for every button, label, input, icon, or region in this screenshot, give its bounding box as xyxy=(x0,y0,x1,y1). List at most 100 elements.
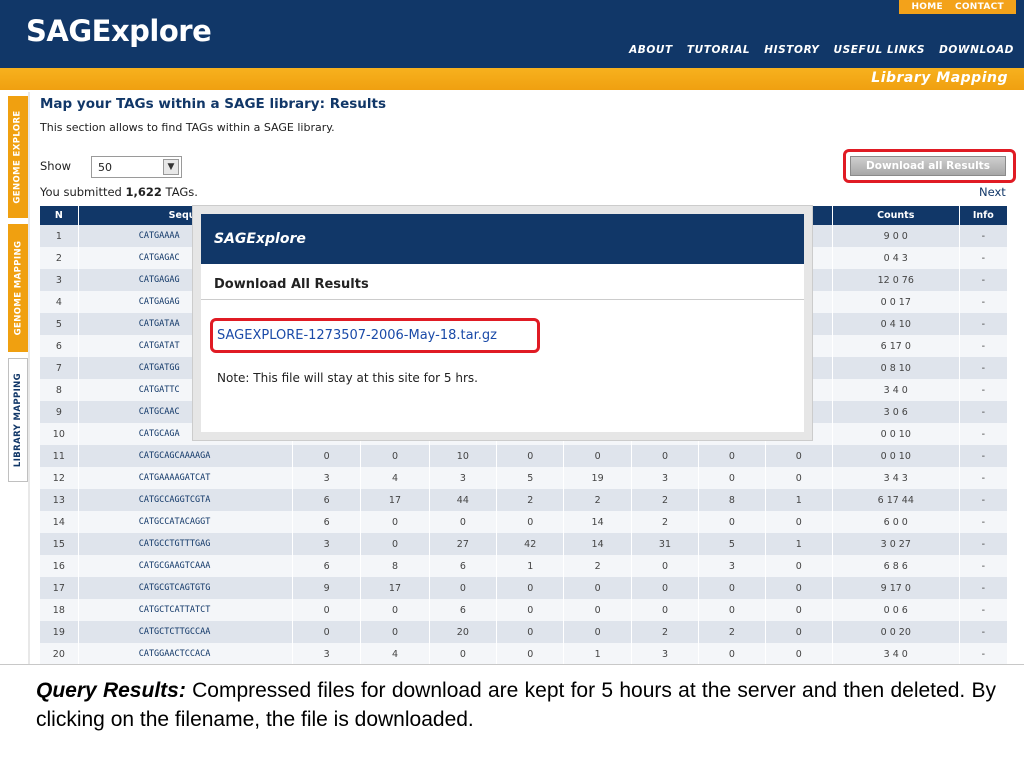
site-logo[interactable]: SAGExplore xyxy=(26,14,212,48)
app-screenshot: SAGExplore HOME CONTACT ABOUT TUTORIAL H… xyxy=(0,0,1024,665)
sequence-cell[interactable]: CATGCCAGGTCGTA xyxy=(78,489,293,511)
counts-cell: 3 4 0 xyxy=(832,379,960,401)
count-cell: 0 xyxy=(698,599,766,621)
counts-cell: 9 0 0 xyxy=(832,225,960,247)
show-label: Show xyxy=(40,159,72,173)
count-cell: 0 xyxy=(765,511,833,533)
nav-about[interactable]: ABOUT xyxy=(629,44,673,56)
top-links-bar: HOME CONTACT xyxy=(899,0,1016,14)
sequence-cell[interactable]: CATGCGAAGTCAAA xyxy=(78,555,293,577)
counts-cell: 3 4 0 xyxy=(832,643,960,664)
row-number-cell: 3 xyxy=(40,269,79,291)
count-cell: 0 xyxy=(429,643,498,664)
count-cell: 6 xyxy=(429,555,498,577)
chevron-down-icon[interactable]: ▼ xyxy=(163,159,179,175)
submitted-summary: You submitted 1,622 TAGs. xyxy=(40,185,198,199)
sequence-cell[interactable]: CATGCTCTTGCCAA xyxy=(78,621,293,643)
slide-caption: Query Results: Compressed files for down… xyxy=(36,676,996,734)
row-number-cell: 6 xyxy=(40,335,79,357)
count-cell: 6 xyxy=(429,599,498,621)
count-cell: 27 xyxy=(429,533,498,555)
count-cell: 2 xyxy=(563,555,632,577)
count-cell: 31 xyxy=(631,533,700,555)
count-cell: 0 xyxy=(360,511,430,533)
section-title: Library Mapping xyxy=(871,70,1008,86)
count-cell: 0 xyxy=(698,445,766,467)
count-cell: 17 xyxy=(360,577,430,599)
home-link[interactable]: HOME xyxy=(905,0,949,14)
count-cell: 0 xyxy=(429,511,498,533)
count-cell: 0 xyxy=(698,643,766,664)
row-number-cell: 20 xyxy=(40,643,79,664)
next-page-link[interactable]: Next xyxy=(979,185,1006,199)
row-number-cell: 2 xyxy=(40,247,79,269)
sequence-cell[interactable]: CATGCCATACAGGT xyxy=(78,511,293,533)
counts-cell: 0 0 10 xyxy=(832,445,960,467)
count-cell: 0 xyxy=(563,621,632,643)
rows-per-page-select[interactable]: 50 ▼ xyxy=(91,156,182,178)
count-cell: 14 xyxy=(563,511,632,533)
info-cell: - xyxy=(959,247,1009,269)
main-nav: ABOUT TUTORIAL HISTORY USEFUL LINKS DOWN… xyxy=(629,44,1014,56)
count-cell: 0 xyxy=(698,511,766,533)
table-row: 20 CATGGAACTCCACA 3 4 0 0 1 3 0 0 3 4 0- xyxy=(40,643,1009,664)
contact-link[interactable]: CONTACT xyxy=(949,0,1010,14)
row-number-cell: 4 xyxy=(40,291,79,313)
counts-cell: 0 8 10 xyxy=(832,357,960,379)
count-cell: 0 xyxy=(765,577,833,599)
count-cell: 8 xyxy=(698,489,766,511)
count-cell: 0 xyxy=(631,577,700,599)
sequence-cell[interactable]: CATGAAAAGATCAT xyxy=(78,467,293,489)
info-cell: - xyxy=(959,643,1009,664)
nav-history[interactable]: HISTORY xyxy=(764,44,819,56)
sequence-cell[interactable]: CATGCCTGTTTGAG xyxy=(78,533,293,555)
count-cell: 42 xyxy=(496,533,565,555)
count-cell: 0 xyxy=(496,577,565,599)
sequence-cell[interactable]: CATGCTCATTATCT xyxy=(78,599,293,621)
info-cell: - xyxy=(959,445,1009,467)
count-cell: 4 xyxy=(360,643,430,664)
nav-download[interactable]: DOWNLOAD xyxy=(939,44,1014,56)
caption-label: Query Results: xyxy=(36,679,186,702)
column-header-n: N xyxy=(40,206,79,225)
count-cell: 0 xyxy=(765,555,833,577)
table-row: 13 CATGCCAGGTCGTA 6 17 44 2 2 2 8 1 6 17 44- xyxy=(40,489,1009,511)
info-cell: - xyxy=(959,489,1009,511)
count-cell: 6 xyxy=(292,555,362,577)
sequence-cell[interactable]: CATGGAACTCCACA xyxy=(78,643,293,664)
nav-useful-links[interactable]: USEFUL LINKS xyxy=(834,44,926,56)
info-cell: - xyxy=(959,379,1009,401)
table-row: 12 CATGAAAAGATCAT 3 4 3 5 19 3 0 0 3 4 3- xyxy=(40,467,1009,489)
count-cell: 1 xyxy=(765,489,833,511)
section-bar: Library Mapping xyxy=(0,68,1024,90)
submitted-prefix: You submitted xyxy=(40,185,126,199)
tab-genome-mapping[interactable]: GENOME MAPPING xyxy=(8,224,28,352)
nav-tutorial[interactable]: TUTORIAL xyxy=(687,44,750,56)
count-cell: 0 xyxy=(496,511,565,533)
tab-genome-explore[interactable]: GENOME EXPLORE xyxy=(8,96,28,218)
file-link-highlight xyxy=(210,318,540,353)
tab-library-mapping[interactable]: LIBRARY MAPPING xyxy=(8,358,28,482)
info-cell: - xyxy=(959,313,1009,335)
sequence-cell[interactable]: CATGCAGCAAAAGA xyxy=(78,445,293,467)
sequence-cell[interactable]: CATGCGTCAGTGTG xyxy=(78,577,293,599)
count-cell: 0 xyxy=(765,445,833,467)
info-cell: - xyxy=(959,401,1009,423)
info-cell: - xyxy=(959,599,1009,621)
count-cell: 44 xyxy=(429,489,498,511)
count-cell: 3 xyxy=(292,533,362,555)
count-cell: 2 xyxy=(631,511,700,533)
count-cell: 20 xyxy=(429,621,498,643)
count-cell: 0 xyxy=(698,577,766,599)
counts-cell: 3 0 6 xyxy=(832,401,960,423)
count-cell: 3 xyxy=(292,643,362,664)
count-cell: 0 xyxy=(765,643,833,664)
info-cell: - xyxy=(959,577,1009,599)
left-divider xyxy=(28,92,30,664)
rows-per-page-value: 50 xyxy=(98,161,112,174)
counts-cell: 0 0 20 xyxy=(832,621,960,643)
count-cell: 19 xyxy=(563,467,632,489)
info-cell: - xyxy=(959,269,1009,291)
table-row: 11 CATGCAGCAAAAGA 0 0 10 0 0 0 0 0 0 0 10- xyxy=(40,445,1009,467)
page-description: This section allows to find TAGs within … xyxy=(40,121,335,134)
